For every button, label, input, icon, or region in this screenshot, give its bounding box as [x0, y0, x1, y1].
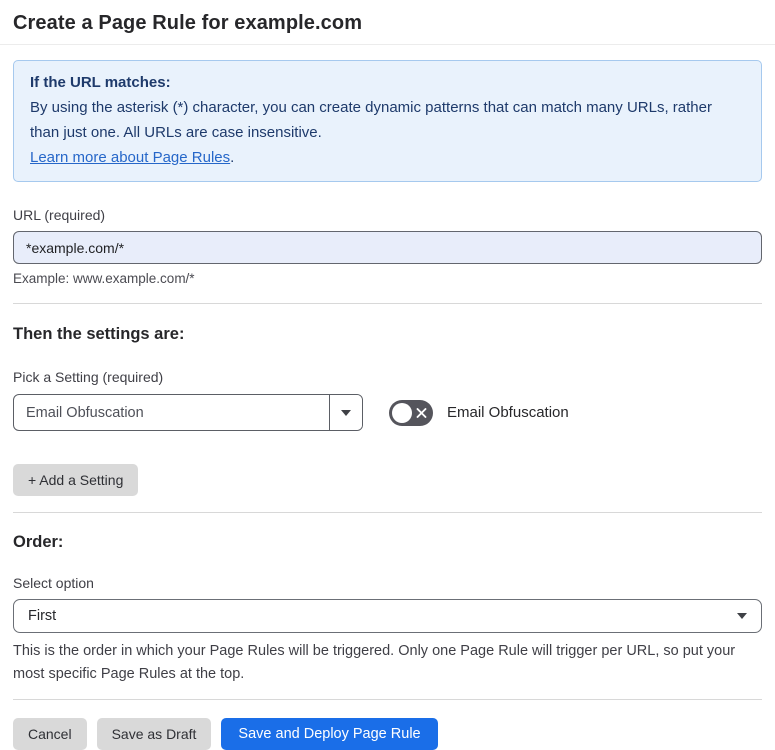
info-box-heading: If the URL matches:	[30, 74, 171, 91]
email-obfuscation-toggle[interactable]	[389, 399, 433, 426]
setting-row: Email Obfuscation Email Obfuscation	[13, 394, 762, 431]
page-title: Create a Page Rule for example.com	[13, 12, 363, 34]
info-box-link-line: Learn more about Page Rules.	[30, 145, 745, 170]
footer-actions: Cancel Save as Draft Save and Deploy Pag…	[13, 718, 762, 750]
link-period: .	[230, 149, 235, 166]
title-divider	[0, 44, 775, 45]
toggle-setting-label: Email Obfuscation	[447, 404, 569, 421]
section-divider	[13, 303, 762, 304]
order-helper-text: This is the order in which your Page Rul…	[13, 643, 736, 682]
footer-divider	[13, 699, 762, 700]
learn-more-link[interactable]: Learn more about Page Rules	[30, 149, 230, 166]
info-box-body: By using the asterisk (*) character, you…	[30, 99, 712, 141]
save-draft-button[interactable]: Save as Draft	[96, 718, 212, 750]
pick-setting-label: Pick a Setting (required)	[13, 369, 164, 385]
url-input[interactable]	[13, 231, 762, 264]
x-icon	[416, 407, 427, 418]
order-select-value: First	[28, 608, 57, 624]
order-heading: Order:	[13, 533, 64, 551]
url-match-info-box: If the URL matches: By using the asteris…	[13, 60, 762, 182]
save-deploy-button[interactable]: Save and Deploy Page Rule	[221, 718, 438, 750]
section-divider	[13, 512, 762, 513]
order-select[interactable]: First	[13, 599, 762, 633]
cancel-button[interactable]: Cancel	[13, 718, 87, 750]
select-option-label: Select option	[13, 575, 94, 591]
setting-select[interactable]: Email Obfuscation	[13, 394, 363, 431]
url-label: URL (required)	[13, 207, 106, 223]
chevron-down-icon[interactable]	[329, 395, 362, 430]
toggle-knob	[392, 402, 412, 423]
page-rule-form: If the URL matches: By using the asteris…	[0, 60, 775, 750]
url-example-helper: Example: www.example.com/*	[13, 271, 195, 286]
chevron-down-icon	[737, 613, 747, 619]
settings-heading: Then the settings are:	[13, 325, 185, 343]
caret-shape	[341, 409, 351, 416]
add-setting-button[interactable]: + Add a Setting	[13, 464, 139, 496]
setting-select-value: Email Obfuscation	[26, 404, 144, 421]
